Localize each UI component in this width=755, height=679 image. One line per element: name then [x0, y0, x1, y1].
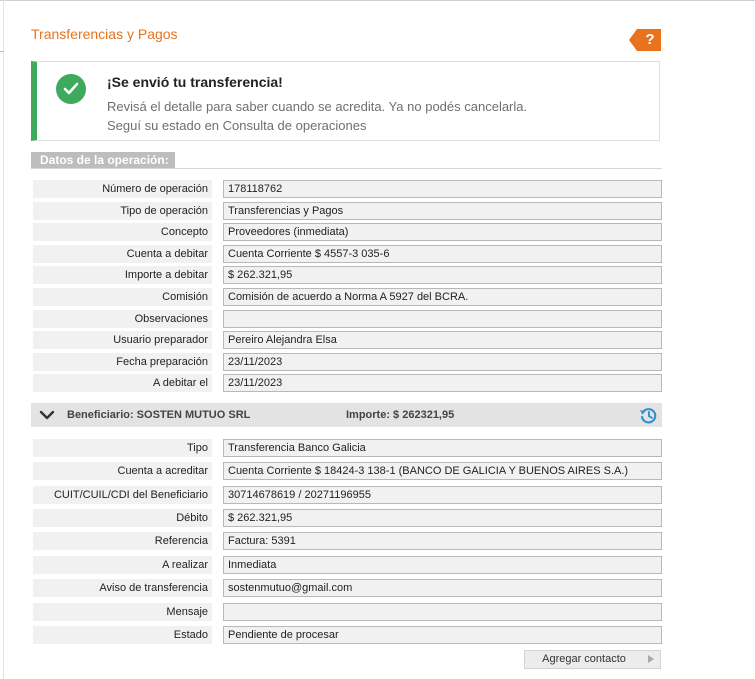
- beneficiary-row: Estado Pendiente de procesar: [33, 626, 662, 644]
- field-label: Tipo: [33, 439, 212, 457]
- field-label: Débito: [33, 509, 212, 527]
- field-label: Mensaje: [33, 603, 212, 621]
- field-label: A realizar: [33, 556, 212, 574]
- field-value: Proveedores (inmediata): [223, 223, 662, 241]
- operation-section-label: Datos de la operación:: [31, 152, 175, 168]
- beneficiary-row: Referencia Factura: 5391: [33, 532, 662, 550]
- beneficiary-row: CUIT/CUIL/CDI del Beneficiario 307146786…: [33, 486, 662, 504]
- beneficiary-amount: Importe: $ 262321,95: [346, 409, 455, 421]
- field-value: $ 262.321,95: [223, 509, 662, 527]
- field-label: Importe a debitar: [33, 266, 212, 284]
- beneficiary-row: Tipo Transferencia Banco Galicia: [33, 439, 662, 457]
- arrow-right-icon: [648, 655, 654, 663]
- field-value: Pendiente de procesar: [223, 626, 662, 644]
- field-label: CUIT/CUIL/CDI del Beneficiario: [33, 486, 212, 504]
- field-label: A debitar el: [33, 374, 212, 392]
- field-value: Cuenta Corriente $ 18424-3 138-1 (BANCO …: [223, 462, 662, 480]
- top-border: [0, 0, 755, 1]
- field-label: Comisión: [33, 288, 212, 306]
- alert-message-line2: Seguí su estado en Consulta de operacion…: [107, 118, 367, 133]
- operation-row: Tipo de operación Transferencias y Pagos: [33, 202, 662, 220]
- operation-row: A debitar el 23/11/2023: [33, 374, 662, 392]
- add-contact-button[interactable]: Agregar contacto: [524, 650, 661, 669]
- beneficiary-name: Beneficiario: SOSTEN MUTUO SRL: [67, 409, 251, 421]
- field-value: sostenmutuo@gmail.com: [223, 579, 662, 597]
- field-value: 23/11/2023: [223, 374, 662, 392]
- operation-section-header: Datos de la operación:: [31, 152, 662, 169]
- beneficiary-header[interactable]: Beneficiario: SOSTEN MUTUO SRL Importe: …: [31, 403, 662, 427]
- operation-row: Observaciones: [33, 310, 662, 328]
- help-button[interactable]: ?: [629, 29, 661, 51]
- page-title: Transferencias y Pagos: [31, 26, 178, 42]
- field-value: 178118762: [223, 180, 662, 198]
- field-value: [223, 310, 662, 328]
- field-label: Fecha preparación: [33, 353, 212, 371]
- field-label: Concepto: [33, 223, 212, 241]
- chevron-down-icon[interactable]: [39, 410, 55, 420]
- operation-row: Concepto Proveedores (inmediata): [33, 223, 662, 241]
- beneficiary-row: Cuenta a acreditar Cuenta Corriente $ 18…: [33, 462, 662, 480]
- operation-row: Usuario preparador Pereiro Alejandra Els…: [33, 331, 662, 349]
- field-label: Usuario preparador: [33, 331, 212, 349]
- check-circle-icon: [56, 74, 86, 104]
- field-value: Transferencias y Pagos: [223, 202, 662, 220]
- field-label: Cuenta a debitar: [33, 245, 212, 263]
- field-label: Número de operación: [33, 180, 212, 198]
- field-label: Observaciones: [33, 310, 212, 328]
- operation-row: Número de operación 178118762: [33, 180, 662, 198]
- operation-row: Comisión Comisión de acuerdo a Norma A 5…: [33, 288, 662, 306]
- field-value: Inmediata: [223, 556, 662, 574]
- operation-row: Fecha preparación 23/11/2023: [33, 353, 662, 371]
- field-label: Cuenta a acreditar: [33, 462, 212, 480]
- operation-row: Importe a debitar $ 262.321,95: [33, 266, 662, 284]
- field-label: Referencia: [33, 532, 212, 550]
- success-alert: ¡Se envió tu transferencia! Revisá el de…: [31, 61, 660, 141]
- field-value: $ 262.321,95: [223, 266, 662, 284]
- operation-row: Cuenta a debitar Cuenta Corriente $ 4557…: [33, 245, 662, 263]
- field-value: Comisión de acuerdo a Norma A 5927 del B…: [223, 288, 662, 306]
- beneficiary-row: Mensaje: [33, 603, 662, 621]
- alert-title: ¡Se envió tu transferencia!: [107, 74, 283, 90]
- field-label: Aviso de transferencia: [33, 579, 212, 597]
- field-value: 23/11/2023: [223, 353, 662, 371]
- help-label: ?: [645, 31, 655, 48]
- field-value: Transferencia Banco Galicia: [223, 439, 662, 457]
- field-value: Factura: 5391: [223, 532, 662, 550]
- beneficiary-row: Débito $ 262.321,95: [33, 509, 662, 527]
- field-value: 30714678619 / 20271196955: [223, 486, 662, 504]
- beneficiary-row: Aviso de transferencia sostenmutuo@gmail…: [33, 579, 662, 597]
- history-icon[interactable]: [639, 406, 658, 425]
- field-label: Estado: [33, 626, 212, 644]
- add-contact-label: Agregar contacto: [542, 653, 626, 665]
- field-value: Pereiro Alejandra Elsa: [223, 331, 662, 349]
- field-label: Tipo de operación: [33, 202, 212, 220]
- beneficiary-row: A realizar Inmediata: [33, 556, 662, 574]
- field-value: [223, 603, 662, 621]
- left-border: [3, 0, 4, 679]
- alert-message-line1: Revisá el detalle para saber cuando se a…: [107, 99, 528, 114]
- left-marker: [0, 51, 4, 52]
- field-value: Cuenta Corriente $ 4557-3 035-6: [223, 245, 662, 263]
